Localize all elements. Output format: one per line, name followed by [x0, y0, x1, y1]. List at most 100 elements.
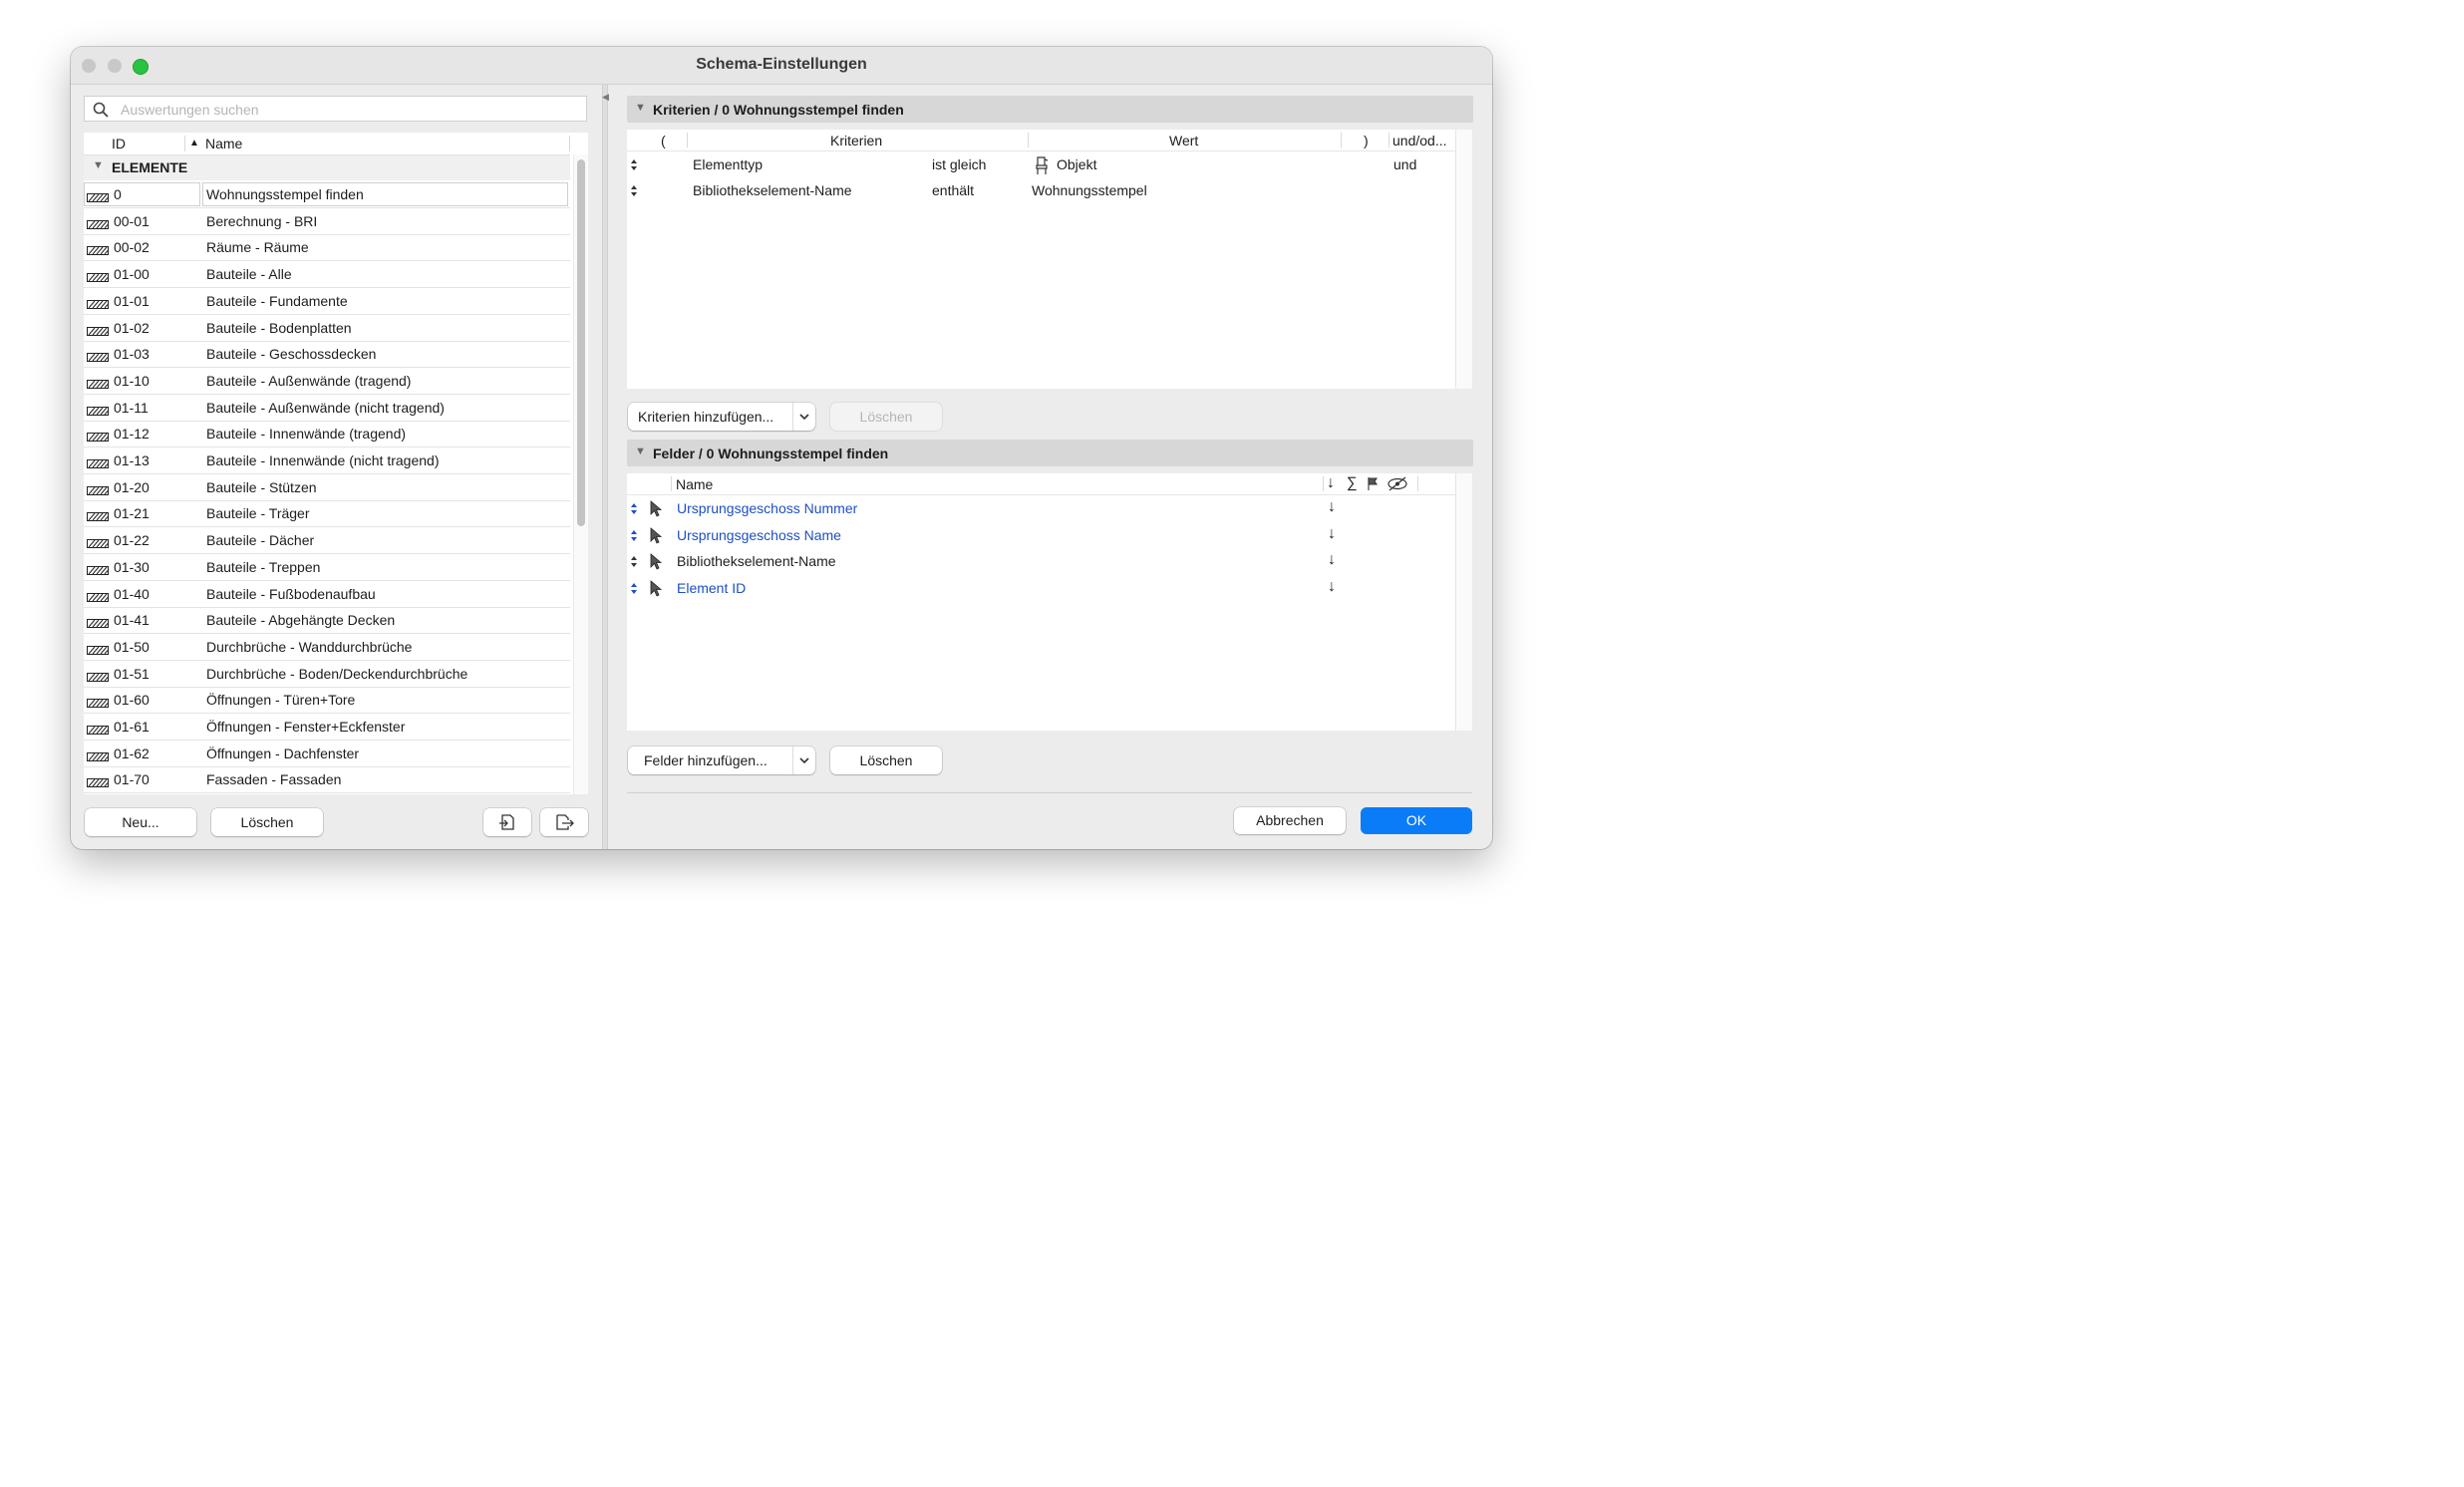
- list-row[interactable]: 00-02 Räume - Räume: [84, 234, 570, 262]
- sort-down-icon[interactable]: ↓: [1327, 474, 1335, 492]
- fields-section-title: Felder / 0 Wohnungsstempel finden: [653, 446, 889, 461]
- column-separator: [569, 136, 570, 151]
- list-row[interactable]: 01-00 Bauteile - Alle: [84, 261, 570, 289]
- list-row[interactable]: 01-13 Bauteile - Innenwände (nicht tragen…: [84, 447, 570, 474]
- title-bar[interactable]: Schema-Einstellungen: [71, 47, 1492, 85]
- split-divider[interactable]: ◀: [602, 85, 609, 849]
- flag-icon[interactable]: [1367, 476, 1381, 491]
- schema-hatch-icon: [87, 323, 109, 339]
- list-row[interactable]: 01-01 Bauteile - Fundamente: [84, 288, 570, 315]
- column-header-name[interactable]: Name: [205, 136, 242, 151]
- list-row[interactable]: 01-21 Bauteile - Träger: [84, 500, 570, 528]
- sum-icon[interactable]: ∑: [1347, 474, 1358, 491]
- sort-down-icon[interactable]: ↓: [1328, 525, 1336, 543]
- list-scrollbar[interactable]: [573, 154, 588, 794]
- field-name: Ursprungsgeschoss Name: [677, 526, 841, 543]
- row-id: 0: [114, 186, 122, 202]
- column-header-id[interactable]: ID: [112, 136, 126, 151]
- new-button[interactable]: Neu...: [85, 808, 196, 836]
- list-row[interactable]: 01-70 Fassaden - Fassaden: [84, 766, 570, 794]
- field-row[interactable]: Ursprungsgeschoss Name ↓: [627, 522, 1456, 548]
- criteria-criterion[interactable]: Bibliothekselement-Name: [693, 182, 852, 198]
- criteria-row[interactable]: Bibliothekselement-Name enthält Wohnungs…: [627, 177, 1456, 203]
- drag-reorder-icon[interactable]: [630, 555, 638, 568]
- criteria-scrollbar[interactable]: [1455, 130, 1472, 389]
- criteria-table[interactable]: ( Kriterien Wert ) und/od... Elementtyp …: [627, 130, 1472, 389]
- search-input[interactable]: [119, 100, 581, 120]
- schema-hatch-icon: [87, 669, 109, 685]
- delete-field-button[interactable]: Löschen: [830, 746, 942, 774]
- hidden-eye-icon[interactable]: [1386, 476, 1408, 491]
- criteria-operator[interactable]: enthält: [932, 182, 974, 198]
- drag-reorder-icon[interactable]: [630, 529, 638, 542]
- export-button[interactable]: [540, 808, 588, 836]
- fields-table[interactable]: Name ↓ ∑ Ursprungsgeschoss Nummer ↓ Urspru…: [627, 473, 1472, 731]
- list-row[interactable]: 01-61 Öffnungen - Fenster+Eckfenster: [84, 714, 570, 741]
- list-row[interactable]: 01-30 Bauteile - Treppen: [84, 554, 570, 581]
- list-row[interactable]: 01-22 Bauteile - Dächer: [84, 527, 570, 555]
- field-row[interactable]: Ursprungsgeschoss Nummer ↓: [627, 495, 1456, 521]
- delete-schema-button[interactable]: Löschen: [211, 808, 323, 836]
- fields-scrollbar[interactable]: [1455, 473, 1472, 731]
- list-row[interactable]: 00-01 Berechnung - BRI: [84, 208, 570, 235]
- list-row[interactable]: 01-03 Bauteile - Geschossdecken: [84, 341, 570, 369]
- collapse-left-arrow-icon[interactable]: ◀: [602, 92, 609, 103]
- row-id: 01-62: [114, 744, 150, 761]
- sort-down-icon[interactable]: ↓: [1328, 498, 1336, 516]
- field-row[interactable]: Bibliothekselement-Name ↓: [627, 548, 1456, 574]
- row-name: Bauteile - Innenwände (tragend): [206, 426, 407, 443]
- delete-criteria-button[interactable]: Löschen: [830, 403, 942, 431]
- disclosure-triangle-icon[interactable]: ▼: [635, 102, 646, 114]
- chevron-down-icon[interactable]: [792, 746, 815, 774]
- criteria-value[interactable]: Wohnungsstempel: [1032, 182, 1147, 198]
- search-field[interactable]: [84, 96, 587, 122]
- list-row[interactable]: 01-60 Öffnungen - Türen+Tore: [84, 687, 570, 715]
- schema-list[interactable]: ID ▲ Name ▼ ELEMENTE 0 Wohnungsstempel fi…: [84, 133, 588, 794]
- drag-reorder-icon[interactable]: [630, 184, 638, 197]
- add-fields-dropdown[interactable]: Felder hinzufügen...: [628, 746, 815, 774]
- list-row[interactable]: 0 Wohnungsstempel finden: [84, 181, 570, 208]
- list-row[interactable]: 01-12 Bauteile - Innenwände (tragend): [84, 421, 570, 448]
- ok-button[interactable]: OK: [1361, 807, 1472, 834]
- list-row[interactable]: 01-11 Bauteile - Außenwände (nicht tragen…: [84, 395, 570, 422]
- criteria-section-header[interactable]: ▼ Kriterien / 0 Wohnungsstempel finden: [627, 96, 1473, 123]
- criteria-andor[interactable]: und: [1393, 156, 1416, 172]
- schema-hatch-icon: [87, 508, 109, 524]
- row-name: Bauteile - Alle: [206, 266, 292, 283]
- schema-hatch-icon: [87, 455, 109, 471]
- column-header-andor: und/od...: [1392, 133, 1447, 149]
- chevron-down-icon[interactable]: [792, 403, 815, 431]
- row-name: Öffnungen - Fenster+Eckfenster: [206, 719, 406, 735]
- drag-reorder-icon[interactable]: [630, 158, 638, 171]
- cancel-button[interactable]: Abbrechen: [1234, 807, 1346, 834]
- sort-down-icon[interactable]: ↓: [1328, 551, 1336, 569]
- row-id: 00-02: [114, 239, 150, 256]
- add-criteria-dropdown[interactable]: Kriterien hinzufügen...: [628, 403, 815, 431]
- fields-section-header[interactable]: ▼ Felder / 0 Wohnungsstempel finden: [627, 440, 1473, 466]
- import-button[interactable]: [483, 808, 531, 836]
- sort-down-icon[interactable]: ↓: [1328, 578, 1336, 596]
- criteria-value[interactable]: Objekt: [1057, 156, 1096, 172]
- list-row[interactable]: 01-20 Bauteile - Stützen: [84, 474, 570, 501]
- list-row[interactable]: 01-50 Durchbrüche - Wanddurchbrüche: [84, 634, 570, 661]
- drag-reorder-icon[interactable]: [630, 582, 638, 595]
- criteria-operator[interactable]: ist gleich: [932, 156, 986, 172]
- list-row[interactable]: 01-40 Bauteile - Fußbodenaufbau: [84, 581, 570, 608]
- list-row[interactable]: 01-62 Öffnungen - Dachfenster: [84, 741, 570, 767]
- list-row[interactable]: 01-02 Bauteile - Bodenplatten: [84, 315, 570, 342]
- disclosure-triangle-icon[interactable]: ▼: [93, 159, 104, 171]
- row-id: 01-00: [114, 266, 150, 283]
- list-row[interactable]: 01-41 Bauteile - Abgehängte Decken: [84, 607, 570, 635]
- column-separator: [1028, 133, 1029, 148]
- schema-hatch-icon: [87, 349, 109, 365]
- list-row[interactable]: 01-10 Bauteile - Außenwände (tragend): [84, 368, 570, 395]
- group-row-elemente[interactable]: ▼ ELEMENTE: [84, 155, 570, 180]
- list-row[interactable]: 01-51 Durchbrüche - Boden/Deckendurchbrüc…: [84, 661, 570, 688]
- disclosure-triangle-icon[interactable]: ▼: [635, 446, 646, 457]
- criteria-criterion[interactable]: Elementtyp: [693, 156, 763, 172]
- field-row[interactable]: Element ID ↓: [627, 575, 1456, 601]
- criteria-row[interactable]: Elementtyp ist gleich Objekt und: [627, 151, 1456, 177]
- schema-hatch-icon: [87, 189, 109, 205]
- scrollbar-thumb[interactable]: [577, 159, 585, 526]
- drag-reorder-icon[interactable]: [630, 502, 638, 515]
